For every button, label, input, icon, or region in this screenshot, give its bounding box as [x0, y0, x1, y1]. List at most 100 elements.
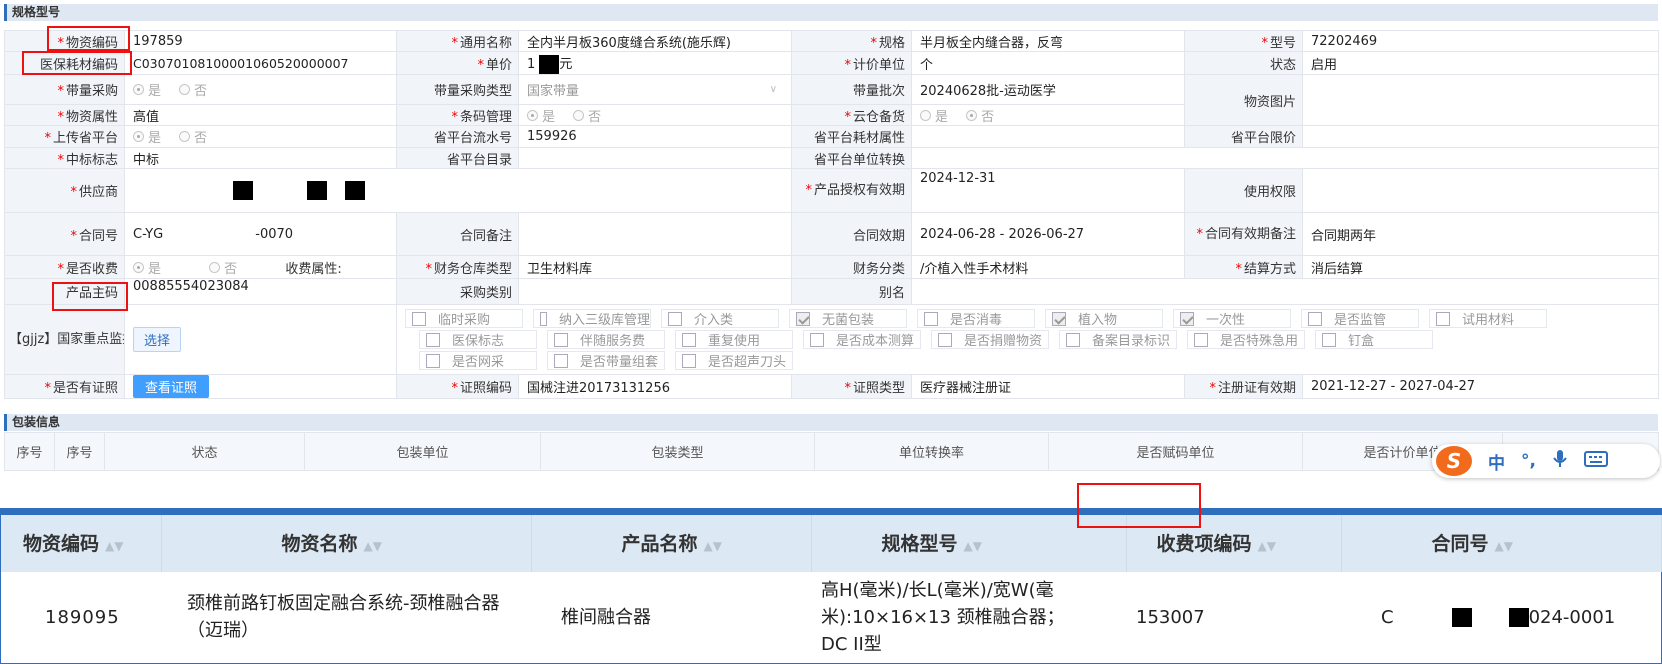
radio-no[interactable]: 否 [179, 127, 207, 146]
radio-no[interactable]: 否 [179, 80, 207, 99]
fee-radio-group[interactable]: 是 否 收费属性: [124, 255, 397, 279]
microphone-icon[interactable] [1552, 449, 1568, 473]
ime-toolbar[interactable]: S 中 °, [1432, 444, 1660, 478]
checkbox-box[interactable] [540, 311, 547, 326]
checkbox-box[interactable] [924, 311, 938, 326]
select-button[interactable]: 选择 [133, 327, 182, 352]
flag-checkbox[interactable]: 介入类 [661, 309, 779, 328]
ime-logo-icon[interactable]: S [1436, 446, 1472, 476]
package-table: 序号 序号 状态 包装单位 包装类型 单位转换率 是否赋码单位 是否计价单位 操… [4, 432, 1659, 472]
flag-checkbox[interactable]: 备案目录标识 [1059, 330, 1177, 349]
flag-checkbox[interactable]: 是否超声刀头 [675, 351, 793, 370]
checkbox-box[interactable] [682, 332, 696, 347]
flag-checkbox[interactable]: 试用材料 [1429, 309, 1547, 328]
col-header-spec-model[interactable]: 规格型号 ▲▼ [811, 515, 1127, 571]
flag-checkbox[interactable]: 是否监管 [1301, 309, 1419, 328]
vbp-batch-label: 带量批次 [791, 74, 912, 105]
radio-yes[interactable]: 是 [527, 106, 555, 125]
table-row[interactable]: 189095 颈椎前路钉板固定融合系统-颈椎融合器（迈瑞） 椎间融合器 高H(毫… [1, 570, 1661, 663]
radio-no[interactable]: 否 [573, 106, 601, 125]
flag-checkbox[interactable]: 一次性 [1173, 309, 1291, 328]
cert-valid-value: 2021-12-27 - 2027-04-27 [1302, 374, 1659, 399]
settle-label: * 结算方式 [1184, 255, 1303, 279]
consumable-attr-value [911, 125, 1185, 148]
vbp-radio-group[interactable]: 是 否 [124, 74, 397, 105]
flag-checkbox[interactable]: 植入物 [1045, 309, 1163, 328]
flag-checkbox[interactable]: 是否成本测算 [803, 330, 921, 349]
auth-value: 2024-12-31 [911, 168, 1185, 213]
ime-language-toggle[interactable]: 中 [1488, 449, 1505, 474]
contract-note-label: 合同备注 [396, 212, 519, 256]
upload-radio-group[interactable]: 是 否 [124, 125, 397, 148]
sort-icon[interactable]: ▲▼ [964, 539, 982, 553]
serial-label: 省平台流水号 [396, 125, 519, 148]
col-header-contract-no[interactable]: 合同号 ▲▼ [1341, 515, 1662, 571]
checkbox-box[interactable] [1322, 332, 1336, 347]
checkbox-box[interactable] [1180, 311, 1194, 326]
checkbox-box[interactable] [1194, 332, 1208, 347]
sort-icon[interactable]: ▲▼ [704, 539, 722, 553]
col-header-material-code[interactable]: 物资编码 ▲▼ [1, 515, 162, 571]
flag-checkbox[interactable]: 伴随服务费 [547, 330, 665, 349]
flag-checkbox[interactable]: 是否捐赠物资 [931, 330, 1049, 349]
sort-icon[interactable]: ▲▼ [105, 539, 123, 553]
checkbox-box[interactable] [554, 353, 568, 368]
cloud-radio-group[interactable]: 是 否 [911, 104, 1185, 126]
cert-no-value: 国械注进20173131256 [518, 374, 792, 399]
checkbox-box[interactable] [426, 332, 440, 347]
vbp-type-select[interactable]: 国家带量 ∨ [518, 74, 792, 105]
flag-checkbox[interactable]: 无菌包装 [789, 309, 907, 328]
radio-no[interactable]: 否 [966, 106, 994, 125]
barcode-radio-group[interactable]: 是 否 [518, 104, 792, 126]
keyboard-icon[interactable] [1583, 451, 1608, 471]
col-header-material-name[interactable]: 物资名称 ▲▼ [161, 515, 532, 571]
checkbox-box[interactable] [412, 311, 426, 326]
redaction [1508, 608, 1529, 628]
checkbox-box[interactable] [1436, 311, 1450, 326]
package-section-title: 包装信息 [4, 414, 1658, 431]
flag-checkbox[interactable]: 是否带量组套 [547, 351, 665, 370]
sort-icon[interactable]: ▲▼ [1258, 539, 1276, 553]
sort-icon[interactable]: ▲▼ [1495, 539, 1513, 553]
checkbox-box[interactable] [938, 332, 952, 347]
contract-label: * 合同号 [4, 212, 125, 256]
checkbox-box[interactable] [1066, 332, 1080, 347]
radio-yes[interactable]: 是 [133, 127, 161, 146]
view-cert-button[interactable]: 查看证照 [133, 375, 210, 398]
radio-no[interactable]: 否 [209, 258, 237, 277]
radio-yes[interactable]: 是 [133, 258, 161, 277]
cert-no-label: * 证照编码 [396, 374, 519, 399]
row-material-code-link[interactable]: 189095 [1, 570, 161, 663]
radio-yes[interactable]: 是 [920, 106, 948, 125]
flag-checkbox[interactable]: 钉盒 [1315, 330, 1433, 349]
col-header-product-name[interactable]: 产品名称 ▲▼ [531, 515, 812, 571]
flag-checkbox[interactable]: 是否特殊急用 [1187, 330, 1305, 349]
checkbox-box[interactable] [554, 332, 568, 347]
flag-checkbox[interactable]: 医保标志 [419, 330, 537, 349]
checkbox-box[interactable] [426, 353, 440, 368]
flag-checkbox[interactable]: 是否网采 [419, 351, 537, 370]
cert-label: * 是否有证照 [4, 374, 125, 399]
checkbox-box[interactable] [1052, 311, 1066, 326]
pricing-unit-value: 个 [911, 51, 1185, 75]
flag-checkbox[interactable]: 重复使用 [675, 330, 793, 349]
checkbox-box[interactable] [1308, 311, 1322, 326]
pkg-header-unit: 包装单位 [304, 432, 541, 471]
flag-checkbox-group: 临时采购 纳入三级库管理 介入类 无菌包装 是否消毒 植入物 一次性 是否监管 试用材料医保标志… [396, 304, 1659, 375]
bid-label: * 中标标志 [4, 147, 125, 169]
flag-checkbox[interactable]: 纳入三级库管理 [533, 309, 651, 328]
col-header-fee-code[interactable]: 收费项编码 ▲▼ [1126, 515, 1342, 571]
flag-checkbox[interactable]: 是否消毒 [917, 309, 1035, 328]
checkbox-box[interactable] [810, 332, 824, 347]
flag-checkbox[interactable]: 临时采购 [405, 309, 523, 328]
checkbox-label: 钉盒 [1348, 334, 1375, 349]
checkbox-box[interactable] [682, 353, 696, 368]
sort-icon[interactable]: ▲▼ [364, 539, 382, 553]
vbp-batch-select[interactable]: 20240628批-运动医学 [911, 74, 1185, 105]
radio-yes[interactable]: 是 [133, 80, 161, 99]
ime-punctuation-toggle[interactable]: °, [1521, 451, 1536, 471]
checkbox-box[interactable] [668, 311, 682, 326]
cloud-label: * 云仓备货 [791, 104, 912, 126]
checkbox-box[interactable] [796, 311, 810, 326]
warehouse-value: 卫生材料库 [518, 255, 792, 279]
